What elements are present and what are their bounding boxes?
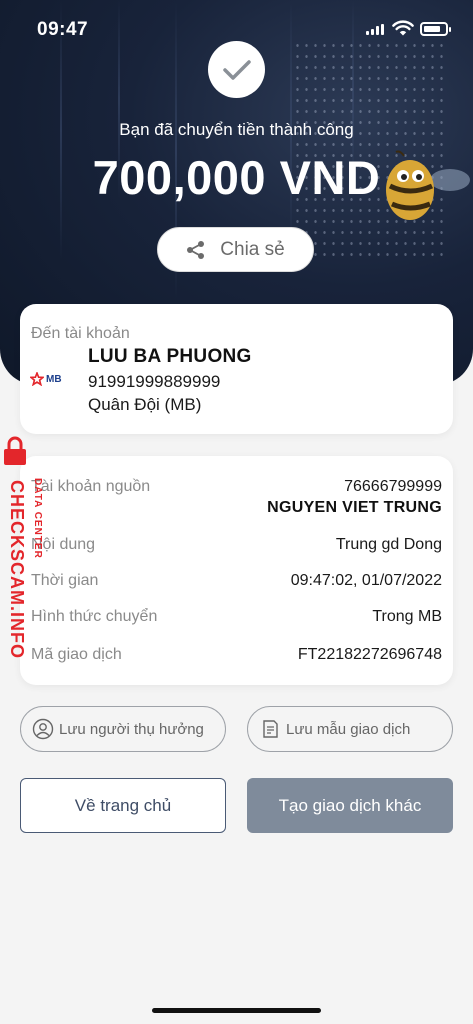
document-icon xyxy=(263,720,278,738)
recipient-account-number: 91991999889999 xyxy=(88,372,221,391)
time-value: 09:47:02, 01/07/2022 xyxy=(290,572,442,589)
bank-logo-text: MB xyxy=(46,373,62,385)
transaction-details-card: Tài khoản nguồn 76666799999 NGUYEN VIET … xyxy=(20,456,453,685)
save-template-label: Lưu mẫu giao dịch xyxy=(286,720,411,738)
watermark-text: CHECKSCAM.INFO xyxy=(7,480,27,659)
transaction-id-value: FT22182272696748 xyxy=(297,646,442,663)
lock-icon xyxy=(4,436,26,465)
new-transaction-button[interactable]: Tạo giao dịch khác xyxy=(247,778,453,833)
save-beneficiary-label: Lưu người thụ hưởng xyxy=(59,720,204,738)
recipient-name: LUU BA PHUONG xyxy=(88,346,252,367)
success-message: Bạn đã chuyển tiền thành công xyxy=(119,120,354,139)
source-account-name: NGUYEN VIET TRUNG xyxy=(267,499,442,516)
share-button[interactable]: Chia sẻ xyxy=(157,227,314,272)
checkscam-watermark: CHECKSCAM.INFO DATA CENTER xyxy=(2,432,62,672)
recipient-card: Đến tài khoản MB LUU BA PHUONG 919919998… xyxy=(20,304,453,434)
share-icon xyxy=(187,240,205,259)
home-indicator xyxy=(152,1008,321,1013)
to-account-label: Đến tài khoản xyxy=(31,325,130,342)
recipient-bank: Quân Đội (MB) xyxy=(88,395,202,414)
battery-icon xyxy=(420,22,451,36)
success-check-icon xyxy=(208,41,265,98)
mb-bank-logo: MB xyxy=(30,372,62,386)
save-template-button[interactable]: Lưu mẫu giao dịch xyxy=(247,706,453,752)
home-button[interactable]: Về trang chủ xyxy=(20,778,226,833)
user-circle-icon xyxy=(32,718,54,740)
wifi-icon xyxy=(392,20,414,36)
save-beneficiary-button[interactable]: Lưu người thụ hưởng xyxy=(20,706,226,752)
share-label: Chia sẻ xyxy=(220,238,285,260)
signal-icon xyxy=(366,24,384,35)
star-icon xyxy=(30,372,44,386)
source-account-value: 76666799999 xyxy=(344,478,442,495)
content-value: Trung gd Dong xyxy=(335,536,442,553)
clock: 09:47 xyxy=(37,19,89,40)
bee-mascot-icon xyxy=(386,150,470,220)
transfer-method-value: Trong MB xyxy=(372,608,442,625)
watermark-subtext: DATA CENTER xyxy=(32,478,43,559)
